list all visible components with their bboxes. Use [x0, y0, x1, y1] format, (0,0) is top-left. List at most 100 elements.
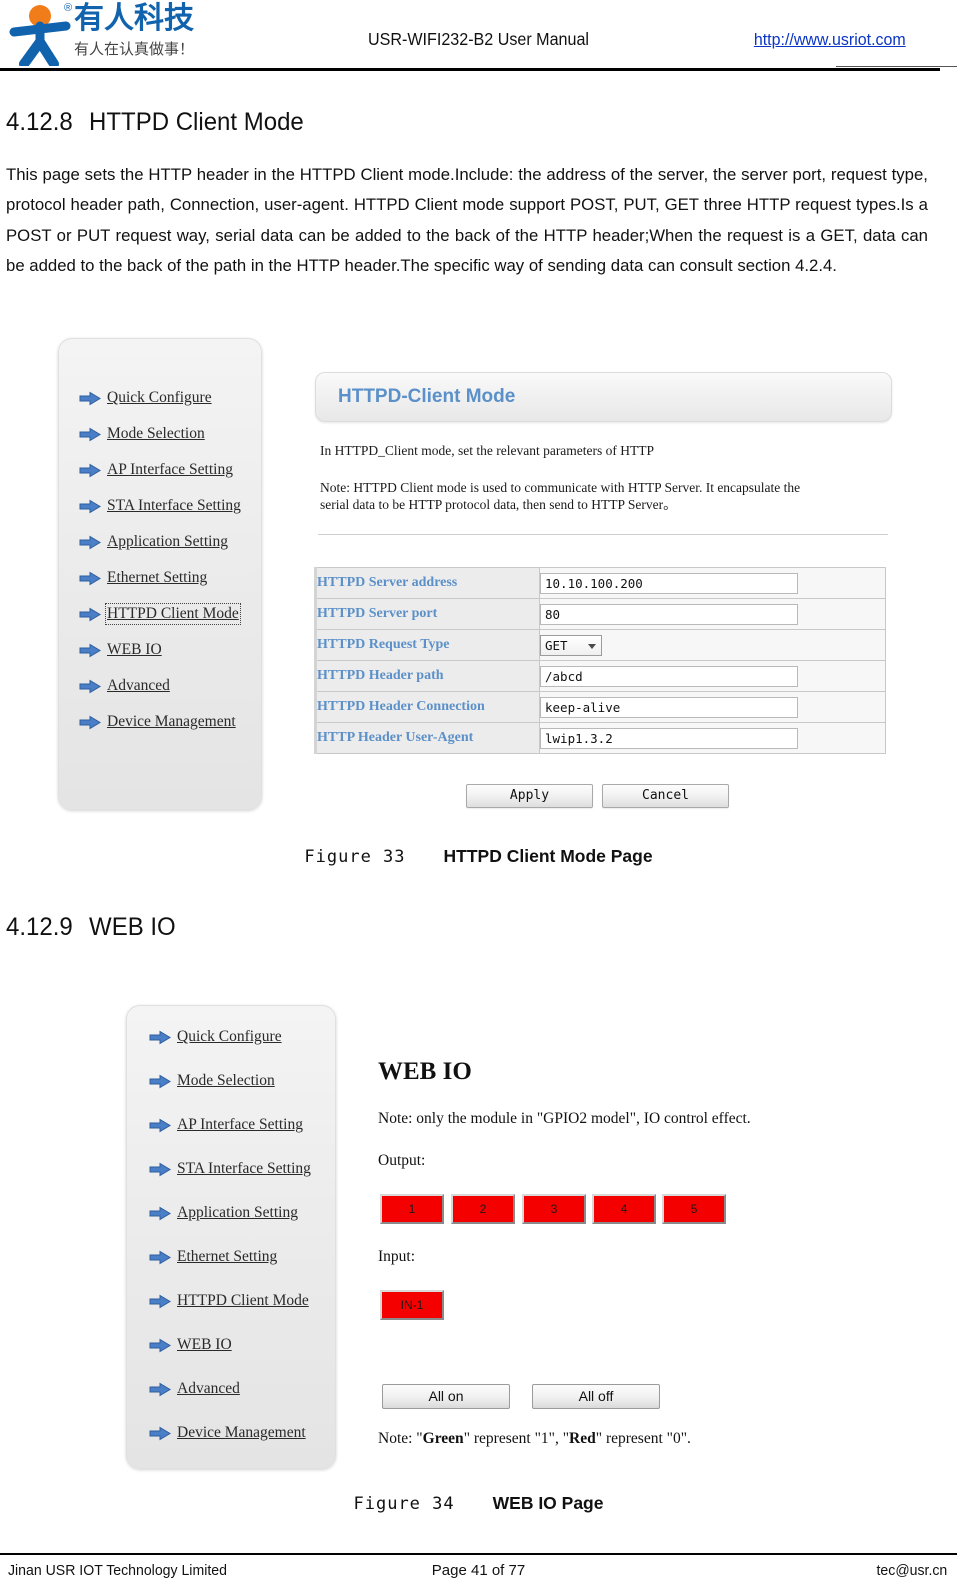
httpd-header-path-input[interactable]: /abcd — [540, 665, 798, 687]
footer-email: tec@usr.cn — [876, 1562, 947, 1579]
table-row: HTTPD Request Type GET — [314, 629, 886, 661]
field-cell: /abcd — [539, 660, 886, 692]
field-cell: GET — [539, 629, 886, 661]
legend-prefix: Note: " — [378, 1430, 423, 1447]
sidebar-item-web-io[interactable]: WEB IO — [149, 1336, 232, 1354]
arrow-right-icon — [79, 463, 101, 477]
webio-input-label: Input: — [378, 1248, 416, 1265]
table-row: HTTPD Header path /abcd — [314, 660, 886, 692]
output-button-4[interactable]: 4 — [592, 1194, 656, 1224]
table-row: HTTPD Header Connection keep-alive — [314, 691, 886, 723]
chevron-down-icon — [588, 643, 596, 649]
apply-button[interactable]: Apply — [466, 784, 593, 808]
sidebar-item-ap-interface-setting[interactable]: AP Interface Setting — [149, 1116, 303, 1134]
sidebar-item-application-setting[interactable]: Application Setting — [79, 533, 228, 551]
arrow-right-icon — [79, 391, 101, 405]
figure-33-screenshot: Quick Configure Mode Selection AP Interf… — [0, 0, 957, 810]
sidebar-item-ethernet-setting[interactable]: Ethernet Setting — [79, 569, 207, 587]
arrow-right-icon — [79, 679, 101, 693]
arrow-right-icon — [149, 1118, 171, 1132]
field-cell: lwip1.3.2 — [539, 722, 886, 754]
output-button-3[interactable]: 3 — [522, 1194, 586, 1224]
arrow-right-icon — [79, 499, 101, 513]
legend-mid-1: " represent "1", " — [463, 1430, 570, 1447]
sidebar-item-mode-selection[interactable]: Mode Selection — [149, 1072, 275, 1090]
webio-output-label: Output: — [378, 1152, 426, 1169]
sidebar-item-device-management[interactable]: Device Management — [79, 713, 236, 731]
arrow-right-icon — [79, 571, 101, 585]
sidebar-item-quick-configure[interactable]: Quick Configure — [149, 1028, 282, 1046]
panel-title: HTTPD-Client Mode — [338, 386, 516, 407]
field-label: HTTPD Server address — [314, 567, 540, 599]
output-button-2[interactable]: 2 — [451, 1194, 515, 1224]
legend-mid-2: " represent "0". — [595, 1430, 691, 1447]
output-button-1[interactable]: 1 — [380, 1194, 444, 1224]
field-cell: keep-alive — [539, 691, 886, 723]
sidebar-label: Quick Configure — [177, 1028, 282, 1045]
httpd-request-type-select[interactable]: GET — [540, 634, 602, 656]
webio-legend-note: Note: "Green" represent "1", "Red" repre… — [378, 1430, 691, 1448]
sidebar-label: Mode Selection — [107, 425, 205, 442]
table-row: HTTPD Server address 10.10.100.200 — [314, 567, 886, 599]
httpd-server-port-input[interactable]: 80 — [540, 603, 798, 625]
sidebar-item-sta-interface-setting[interactable]: STA Interface Setting — [79, 497, 241, 515]
sidebar-label: Mode Selection — [177, 1072, 275, 1089]
all-off-button[interactable]: All off — [532, 1384, 660, 1409]
figure-name: WEB IO Page — [492, 1493, 604, 1513]
http-header-user-agent-input[interactable]: lwip1.3.2 — [540, 727, 798, 749]
sidebar-label: Application Setting — [177, 1204, 298, 1221]
sidebar-item-sta-interface-setting[interactable]: STA Interface Setting — [149, 1160, 311, 1178]
arrow-right-icon — [149, 1162, 171, 1176]
legend-green-word: Green — [422, 1430, 464, 1447]
arrow-right-icon — [79, 643, 101, 657]
section-title: WEB IO — [89, 913, 176, 941]
figure-number: Figure 34 — [353, 1494, 455, 1514]
sidebar-item-ap-interface-setting[interactable]: AP Interface Setting — [79, 461, 233, 479]
httpd-intro-text: In HTTPD_Client mode, set the relevant p… — [320, 443, 655, 458]
sidebar-label: Device Management — [177, 1424, 306, 1441]
figure34-nav-panel: Quick Configure Mode Selection AP Interf… — [126, 1005, 336, 1469]
output-button-5[interactable]: 5 — [662, 1194, 726, 1224]
sidebar-label: STA Interface Setting — [107, 497, 241, 514]
sidebar-item-ethernet-setting[interactable]: Ethernet Setting — [149, 1248, 277, 1266]
sidebar-item-httpd-client-mode[interactable]: HTTPD Client Mode — [149, 1292, 309, 1310]
arrow-right-icon — [149, 1294, 171, 1308]
httpd-header-connection-input[interactable]: keep-alive — [540, 696, 798, 718]
sidebar-item-advanced[interactable]: Advanced — [79, 677, 170, 695]
arrow-right-icon — [149, 1030, 171, 1044]
sidebar-label: Application Setting — [107, 533, 228, 550]
arrow-right-icon — [149, 1426, 171, 1440]
arrow-right-icon — [149, 1382, 171, 1396]
section-heading-4-12-9: 4.12.9 WEB IO — [6, 913, 176, 942]
cancel-button[interactable]: Cancel — [602, 784, 729, 808]
section-number: 4.12.9 — [6, 913, 73, 941]
arrow-right-icon — [149, 1074, 171, 1088]
footer-page-number: Page 41 of 77 — [431, 1562, 526, 1579]
arrow-right-icon — [149, 1206, 171, 1220]
legend-red-word: Red — [569, 1430, 596, 1447]
sidebar-label: Device Management — [107, 713, 236, 730]
sidebar-label: Ethernet Setting — [107, 569, 208, 586]
sidebar-item-device-management[interactable]: Device Management — [149, 1424, 306, 1442]
sidebar-item-httpd-client-mode[interactable]: HTTPD Client Mode — [79, 603, 241, 625]
field-cell: 80 — [539, 598, 886, 630]
sidebar-label: AP Interface Setting — [177, 1116, 303, 1133]
sidebar-item-quick-configure[interactable]: Quick Configure — [79, 389, 212, 407]
sidebar-item-mode-selection[interactable]: Mode Selection — [79, 425, 205, 443]
sidebar-label: Ethernet Setting — [177, 1248, 278, 1265]
arrow-right-icon — [79, 607, 101, 621]
arrow-right-icon — [79, 535, 101, 549]
sidebar-item-application-setting[interactable]: Application Setting — [149, 1204, 298, 1222]
input-button-in-1[interactable]: IN-1 — [380, 1290, 444, 1320]
httpd-panel-title-bar: HTTPD-Client Mode — [315, 372, 892, 422]
httpd-server-address-input[interactable]: 10.10.100.200 — [540, 572, 798, 594]
webio-note: Note: only the module in "GPIO2 model", … — [378, 1110, 751, 1127]
all-on-button[interactable]: All on — [382, 1384, 510, 1409]
webio-panel-title: WEB IO — [378, 1058, 472, 1085]
sidebar-item-advanced[interactable]: Advanced — [149, 1380, 240, 1398]
footer-divider — [0, 1553, 957, 1555]
field-label: HTTP Header User-Agent — [314, 722, 540, 754]
sidebar-item-web-io[interactable]: WEB IO — [79, 641, 162, 659]
sidebar-label-selected: HTTPD Client Mode — [105, 603, 241, 625]
table-row: HTTPD Server port 80 — [314, 598, 886, 630]
